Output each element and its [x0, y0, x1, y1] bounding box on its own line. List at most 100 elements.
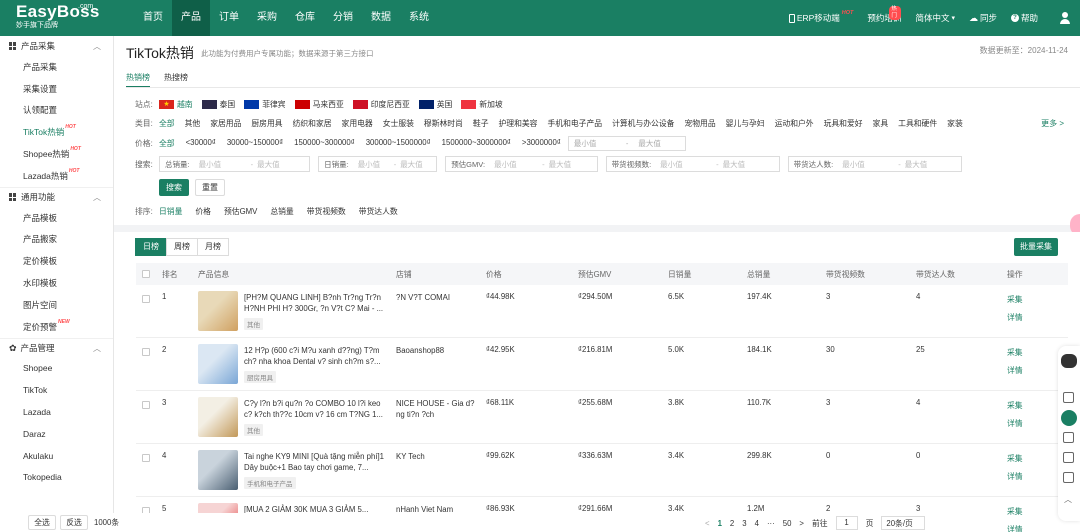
category-option-15[interactable]: 玩具和爱好	[824, 118, 863, 129]
row-checkbox[interactable]	[142, 348, 150, 356]
site-option-1[interactable]: 泰国	[201, 99, 235, 110]
invert-selection-button[interactable]: 反选	[60, 515, 88, 530]
sidebar-item-common-2[interactable]: 定价模板	[0, 250, 113, 272]
site-option-0[interactable]: ★ 越南	[159, 99, 193, 110]
sidebar-item-manage-0[interactable]: Shopee	[0, 358, 113, 380]
price-option-0[interactable]: 全部	[159, 138, 175, 149]
chatbot-icon[interactable]	[1061, 354, 1077, 368]
nav-item-0[interactable]: 首页	[134, 0, 172, 36]
site-option-5[interactable]: 英国	[418, 99, 452, 110]
sidebar-item-common-3[interactable]: 水印模板	[0, 272, 113, 294]
agent-avatar-icon[interactable]	[1061, 410, 1077, 426]
category-option-16[interactable]: 家具	[873, 118, 889, 129]
nav-item-3[interactable]: 采购	[248, 0, 286, 36]
row-checkbox[interactable]	[142, 401, 150, 409]
sidebar-item-collect-2[interactable]: 认领配置	[0, 100, 113, 122]
search-field-4[interactable]: 带货达人数: 最小值 - 最大值	[787, 156, 962, 172]
row-checkbox[interactable]	[142, 454, 150, 462]
sort-option-2[interactable]: 预估GMV	[224, 206, 257, 217]
sidebar-item-common-5[interactable]: 定价预警 NEW	[0, 316, 113, 338]
category-option-1[interactable]: 其他	[185, 118, 201, 129]
sort-option-1[interactable]: 价格	[195, 206, 211, 217]
page-number-5[interactable]: 50	[783, 519, 792, 528]
sidebar-item-manage-5[interactable]: Tokopedia	[0, 467, 113, 489]
price-option-4[interactable]: 300000~1500000₫	[366, 138, 431, 149]
product-thumbnail[interactable]	[198, 344, 238, 384]
select-all-checkbox[interactable]	[142, 270, 150, 278]
tab-monthly[interactable]: 月榜	[197, 238, 229, 256]
sidebar-item-manage-4[interactable]: Akulaku	[0, 445, 113, 467]
category-option-12[interactable]: 宠物用品	[684, 118, 715, 129]
prev-page-button[interactable]: <	[705, 519, 710, 528]
product-name[interactable]: 12 H?p (600 c?i M?u xanh d??ng) T?m ch? …	[244, 345, 386, 367]
collect-button[interactable]: 采集	[1007, 294, 1023, 305]
sidebar-section-product-manage[interactable]: ✿ 产品管理 ︿	[0, 337, 113, 358]
max-input[interactable]: 最大值	[253, 159, 309, 170]
page-number-1[interactable]: 2	[730, 519, 734, 528]
price-option-1[interactable]: <30000₫	[186, 138, 216, 149]
erp-mobile-link[interactable]: ERP移动端 HOT	[788, 10, 853, 24]
sidebar-item-collect-5[interactable]: Lazada热销 HOT	[0, 165, 113, 187]
page-size-select[interactable]: 20条/页	[881, 516, 926, 530]
min-input[interactable]: 最小值	[490, 159, 542, 170]
search-field-3[interactable]: 带货视频数: 最小值 - 最大值	[605, 156, 780, 172]
category-option-10[interactable]: 手机和电子产品	[547, 118, 602, 129]
search-field-2[interactable]: 预估GMV: 最小值 - 最大值	[445, 156, 598, 172]
price-range-input[interactable]: 最小值 - 最大值	[567, 136, 687, 151]
page-number-3[interactable]: 4	[755, 519, 759, 528]
reset-button[interactable]: 重置	[195, 179, 225, 196]
category-option-0[interactable]: 全部	[159, 118, 175, 129]
category-option-8[interactable]: 鞋子	[473, 118, 489, 129]
category-option-2[interactable]: 家居用品	[210, 118, 241, 129]
nav-item-5[interactable]: 分销	[324, 0, 362, 36]
easyboss-logo[interactable]: EasyBoss .com 妙手旗下品牌	[16, 3, 99, 30]
category-option-17[interactable]: 工具和硬件	[898, 118, 937, 129]
document-icon[interactable]	[1063, 392, 1074, 403]
select-all-button[interactable]: 全选	[28, 515, 56, 530]
batch-collect-button[interactable]: 批量采集	[1014, 238, 1058, 256]
message-icon[interactable]	[1063, 452, 1074, 463]
max-input[interactable]: 最大值	[719, 159, 779, 170]
category-option-11[interactable]: 计算机与办公设备	[612, 118, 674, 129]
sidebar-section-common[interactable]: 通用功能 ︿	[0, 186, 113, 207]
category-option-4[interactable]: 纺织和家居	[293, 118, 332, 129]
product-thumbnail[interactable]	[198, 450, 238, 490]
category-option-7[interactable]: 穆斯林时尚	[424, 118, 463, 129]
page-number-2[interactable]: 3	[742, 519, 746, 528]
sidebar-item-common-0[interactable]: 产品模板	[0, 207, 113, 229]
collect-button[interactable]: 采集	[1007, 400, 1023, 411]
category-option-5[interactable]: 家用电器	[342, 118, 373, 129]
collapse-icon[interactable]: ︿	[1064, 494, 1072, 505]
max-input[interactable]: 最大值	[545, 159, 597, 170]
category-option-3[interactable]: 厨房用具	[251, 118, 282, 129]
tab-hot-search[interactable]: 热搜榜	[164, 72, 188, 88]
search-button[interactable]: 搜索	[159, 179, 189, 196]
sort-option-4[interactable]: 带货视频数	[307, 206, 346, 217]
sync-button[interactable]: ☁ 同步	[969, 12, 997, 24]
site-option-3[interactable]: 马来西亚	[294, 99, 344, 110]
nav-item-4[interactable]: 仓库	[286, 0, 324, 36]
page-number-0[interactable]: 1	[718, 519, 722, 528]
max-input[interactable]: 最大值	[396, 159, 436, 170]
sidebar-item-collect-0[interactable]: 产品采集	[0, 56, 113, 78]
detail-button[interactable]: 详情	[1007, 418, 1023, 429]
page-input[interactable]: 1	[835, 516, 858, 530]
product-name[interactable]: [PH?M QUANG LINH] B?nh Tr?ng Tr?n H?NH P…	[244, 292, 386, 314]
sidebar-item-manage-3[interactable]: Daraz	[0, 423, 113, 445]
category-option-6[interactable]: 女士服装	[383, 118, 414, 129]
sidebar-section-product-collect[interactable]: 产品采集 ︿	[0, 36, 113, 56]
product-thumbnail[interactable]	[198, 397, 238, 437]
max-input[interactable]: 最大值	[901, 159, 961, 170]
detail-button[interactable]: 详情	[1007, 524, 1023, 532]
tab-daily[interactable]: 日榜	[135, 238, 167, 256]
row-checkbox[interactable]	[142, 295, 150, 303]
sort-option-0[interactable]: 日销量	[159, 206, 182, 217]
help-button[interactable]: ? 帮助	[1010, 12, 1038, 24]
site-option-6[interactable]: 新加坡	[461, 99, 503, 110]
min-input[interactable]: 最小值	[354, 159, 394, 170]
product-name[interactable]: Tai nghe KY9 MINI [Quà tặng miễn phí]1 D…	[244, 451, 386, 473]
price-option-5[interactable]: 1500000~3000000₫	[442, 138, 511, 149]
site-option-4[interactable]: 印度尼西亚	[352, 99, 410, 110]
category-option-18[interactable]: 家装	[947, 118, 963, 129]
book-icon[interactable]	[1063, 432, 1074, 443]
